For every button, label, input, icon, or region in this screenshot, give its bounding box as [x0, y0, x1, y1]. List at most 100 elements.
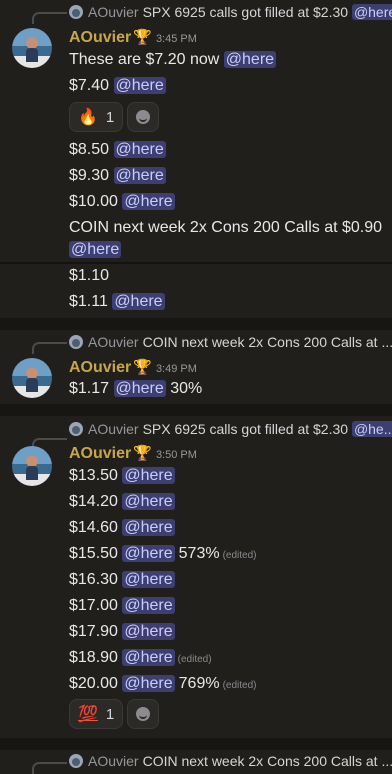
message-line: $1.10 [69, 266, 384, 286]
reply-avatar [69, 422, 83, 436]
timestamp[interactable]: 3:45 PM [156, 33, 197, 45]
edited-tag: (edited) [222, 550, 257, 561]
smiley-icon [136, 707, 151, 721]
reaction-hundred[interactable]: 💯 1 [69, 699, 124, 729]
add-reaction-button[interactable] [127, 102, 160, 132]
message-text: $18.90 [69, 649, 118, 666]
reply-preview[interactable]: AOuvier COIN next week 2x Cons 200 Calls … [69, 753, 392, 773]
mention[interactable]: @here [122, 193, 175, 210]
mention[interactable]: @here [122, 519, 175, 536]
mention[interactable]: @here [122, 623, 175, 640]
group-separator [0, 404, 392, 416]
trophy-icon: 🏆 [133, 359, 152, 376]
trophy-icon: 🏆 [133, 445, 152, 462]
mention[interactable]: @here [112, 293, 165, 310]
mention[interactable]: @here [69, 241, 122, 258]
reaction-count: 1 [105, 705, 115, 723]
timestamp[interactable]: 3:49 PM [156, 363, 197, 375]
message-text: $14.20 [69, 493, 118, 510]
percent-gain: 573% [178, 545, 220, 562]
reply-preview[interactable]: AOuvier COIN next week 2x Cons 200 Calls … [69, 334, 392, 354]
reply-avatar [69, 5, 83, 19]
message-line: $1.17 @here 30% [69, 379, 384, 399]
reaction-bar: 🔥 1 [69, 102, 160, 132]
message-line: $8.50 @here [69, 140, 384, 160]
mention[interactable]: @here [113, 77, 166, 94]
message-line: $16.30 @here [69, 570, 384, 590]
avatar[interactable] [12, 446, 52, 486]
message-line: $9.30 @here [69, 166, 384, 186]
author-name[interactable]: AOuvier [69, 359, 131, 376]
mention[interactable]: @he... [351, 421, 392, 437]
message-feed: AOuvier SPX 6925 calls got filled at $2.3… [0, 0, 392, 774]
message-text: $9.30 [69, 167, 110, 184]
mention[interactable]: @here [223, 51, 277, 68]
mention[interactable]: @here [122, 649, 175, 666]
reply-author[interactable]: AOuvier [88, 421, 139, 437]
message-text: $15.50 [69, 545, 118, 562]
mention[interactable]: @here [122, 467, 175, 484]
reply-connector [32, 12, 67, 24]
message-line: COIN next week 2x Cons 200 Calls at $0.9… [69, 218, 384, 238]
author-name[interactable]: AOuvier [69, 445, 131, 462]
reply-connector [32, 342, 67, 354]
reaction-bar: 💯 1 [69, 699, 160, 729]
mention[interactable]: @here [122, 597, 175, 614]
reply-author[interactable]: AOuvier [88, 334, 139, 350]
author-name[interactable]: AOuvier [69, 29, 131, 46]
message-line: These are $7.20 now @here [69, 50, 384, 70]
timestamp[interactable]: 3:50 PM [156, 449, 197, 461]
message-header: AOuvier 🏆 3:49 PM [69, 358, 197, 380]
mention[interactable]: @here [122, 571, 175, 588]
message-text: $8.50 [69, 141, 110, 158]
mention[interactable]: @here... [351, 4, 392, 20]
add-reaction-button[interactable] [127, 699, 160, 729]
message-header: AOuvier 🏆 3:45 PM [69, 28, 197, 50]
reply-avatar [69, 754, 83, 768]
percent-gain: 769% [178, 675, 220, 692]
trophy-icon: 🏆 [133, 29, 152, 46]
message-line: $7.40 @here [69, 76, 384, 96]
reaction-fire[interactable]: 🔥 1 [69, 102, 124, 132]
message-line: $14.60 @here [69, 518, 384, 538]
avatar[interactable] [12, 358, 52, 398]
message-text: $13.50 [69, 467, 118, 484]
message-line: $15.50 @here 573% (edited) [69, 544, 384, 566]
message-line: $17.00 @here [69, 596, 384, 616]
message-header: AOuvier 🏆 3:50 PM [69, 444, 197, 466]
divider [0, 262, 392, 264]
message-text: $1.11 [69, 293, 108, 310]
group-separator [0, 738, 392, 750]
message-text: $10.00 [69, 193, 118, 210]
mention[interactable]: @here [122, 493, 175, 510]
message-text: $17.90 [69, 623, 118, 640]
message-line: $18.90 @here (edited) [69, 648, 384, 670]
fire-icon: 🔥 [78, 109, 98, 126]
reply-author[interactable]: AOuvier [88, 4, 139, 20]
message-line: $20.00 @here 769% (edited) [69, 674, 384, 696]
message-text: COIN next week 2x Cons 200 Calls at $0.9… [69, 219, 383, 236]
message-line: $10.00 @here [69, 192, 384, 212]
message-text: $17.00 [69, 597, 118, 614]
reply-avatar [69, 335, 83, 349]
message-line: $1.11 @here [69, 292, 384, 312]
message-text: $1.17 [69, 380, 110, 397]
message-text: $7.40 [69, 77, 110, 94]
reaction-count: 1 [105, 108, 115, 126]
mention[interactable]: @here [113, 141, 166, 158]
reply-preview[interactable]: AOuvier SPX 6925 calls got filled at $2.3… [69, 4, 392, 24]
message-text: $14.60 [69, 519, 118, 536]
hundred-points-icon: 💯 [78, 706, 98, 723]
mention[interactable]: @here [113, 167, 166, 184]
edited-tag: (edited) [222, 680, 257, 691]
mention[interactable]: @here [122, 675, 175, 692]
avatar[interactable] [12, 28, 52, 68]
message-text: $1.10 [69, 267, 110, 284]
message-line: $14.20 @here [69, 492, 384, 512]
message-text: $20.00 [69, 675, 118, 692]
mention[interactable]: @here [122, 545, 175, 562]
reply-text: COIN next week 2x Cons 200 Calls at ... [142, 334, 392, 350]
edited-tag: (edited) [177, 654, 212, 665]
mention[interactable]: @here [113, 380, 166, 397]
reply-preview[interactable]: AOuvier SPX 6925 calls got filled at $2.3… [69, 421, 392, 441]
